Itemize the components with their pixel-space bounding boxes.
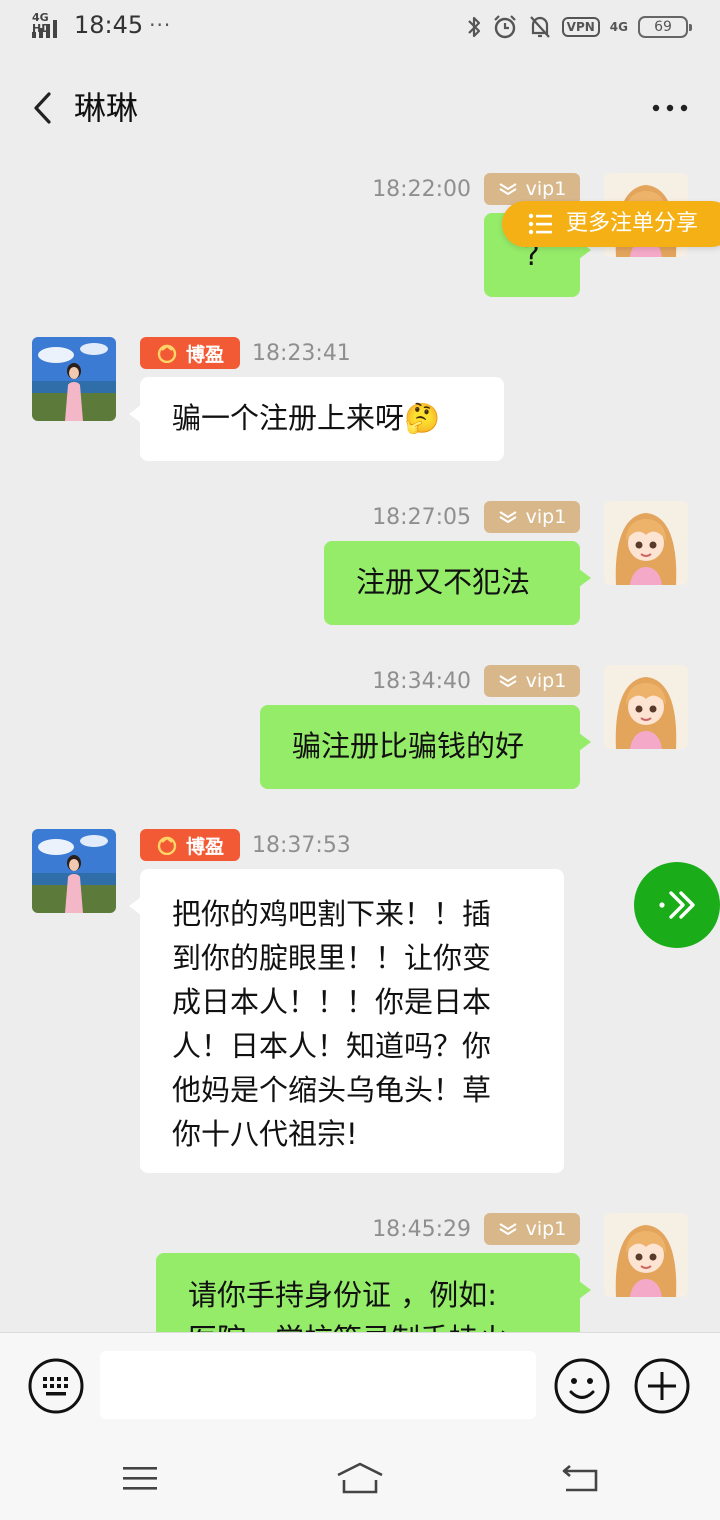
share-banner-label: 更多注单分享 [566, 211, 699, 236]
mute-bell-icon [528, 14, 552, 40]
avatar-self[interactable] [604, 1213, 688, 1297]
message-line: 把你的鸡吧割下来！！插 [172, 897, 492, 931]
vip-badge: vip1 [484, 665, 580, 697]
list-icon [528, 213, 552, 235]
keyboard-icon[interactable] [27, 1357, 85, 1415]
crown-icon [157, 836, 177, 855]
crown-icon [157, 344, 177, 363]
avatar-contact[interactable] [32, 829, 116, 913]
chevron-left-icon[interactable] [26, 88, 58, 128]
vip-chevron-icon [499, 183, 517, 196]
vip-badge: vip1 [484, 1213, 580, 1245]
message-bubble-self[interactable]: 注册又不犯法 [324, 541, 591, 625]
alarm-icon [492, 14, 518, 40]
message-input[interactable] [100, 1351, 536, 1419]
share-banner-button[interactable]: 更多注单分享 [502, 201, 720, 247]
page-title: 琳琳 [74, 89, 139, 127]
message-line: 他妈是个缩头乌龟头！草 [172, 1073, 492, 1107]
bo-badge: 博盈 [140, 337, 240, 369]
chat-header: 琳琳 [0, 56, 720, 160]
network-4g: 4G [609, 20, 628, 34]
message-time: 18:22:00 [372, 177, 471, 202]
system-nav-bar [0, 1438, 720, 1520]
message-time: 18:37:53 [252, 833, 351, 858]
back-icon[interactable] [556, 1456, 604, 1500]
message-time: 18:23:41 [252, 341, 351, 366]
input-bar [0, 1332, 720, 1438]
message-time: 18:45:29 [372, 1217, 471, 1242]
message-bubble-self[interactable]: 骗注册比骗钱的好 [260, 705, 591, 789]
forward-arrow-icon [659, 891, 695, 919]
status-dots: ··· [149, 13, 172, 37]
message-time: 18:34:40 [372, 669, 471, 694]
message-line: 你十八代祖宗! [172, 1117, 358, 1151]
battery-icon: 69 [638, 16, 692, 38]
emoji-icon[interactable] [553, 1357, 611, 1415]
bluetooth-icon [466, 14, 482, 40]
vip-chevron-icon [499, 511, 517, 524]
vip-chevron-icon [499, 1223, 517, 1236]
status-time: 18:45 [74, 11, 144, 39]
message-line: 请你手持身份证 ，例如: [188, 1278, 497, 1312]
bo-badge: 博盈 [140, 829, 240, 861]
avatar-self[interactable] [604, 501, 688, 585]
avatar-contact[interactable] [32, 337, 116, 421]
vip-chevron-icon [499, 675, 517, 688]
message-bubble-contact[interactable]: 骗一个注册上来呀🤔 [129, 377, 504, 461]
vip-badge: vip1 [484, 501, 580, 533]
avatar-self[interactable] [604, 665, 688, 749]
status-bar: 4G HD 18:45 ··· VPN 4G 69 [0, 0, 720, 56]
message-bubble-contact[interactable]: 把你的鸡吧割下来！！插 到你的腚眼里！！让你变 成日本人！！！你是日本 人！日本… [129, 869, 564, 1173]
more-dots-icon[interactable] [650, 90, 690, 126]
message-line: 到你的腚眼里！！让你变 [172, 941, 492, 975]
menu-icon[interactable] [116, 1456, 164, 1500]
forward-float-button[interactable] [634, 862, 720, 948]
home-icon[interactable] [336, 1456, 384, 1500]
vpn-badge: VPN [561, 17, 600, 37]
message-time: 18:27:05 [372, 505, 471, 530]
plus-circle-icon[interactable] [633, 1357, 691, 1415]
message-line: 人！日本人！知道吗？你 [172, 1029, 492, 1063]
message-line: 成日本人！！！你是日本 [172, 985, 492, 1019]
signal-icon: 4G HD [32, 10, 66, 40]
